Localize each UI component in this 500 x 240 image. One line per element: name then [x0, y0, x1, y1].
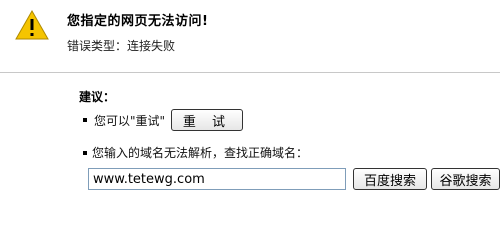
domain-hint-text: 您输入的域名无法解析，查找正确域名：	[92, 146, 309, 160]
suggestions-panel: 建议： 您可以"重试" 重 试 您输入的域名无法解析，查找正确域名： 百度搜索 …	[0, 73, 500, 205]
baidu-search-button[interactable]: 百度搜索	[353, 168, 427, 190]
page-title: 您指定的网页无法访问!	[67, 14, 209, 29]
bullet-icon	[83, 118, 87, 122]
error-type-label: 错误类型：连接失败	[67, 39, 176, 53]
retry-button[interactable]: 重 试	[171, 109, 243, 131]
retry-text: 您可以"重试"	[94, 114, 166, 128]
bullet-icon	[83, 151, 87, 155]
google-search-button[interactable]: 谷歌搜索	[431, 168, 500, 190]
error-header: 您指定的网页无法访问! 错误类型：连接失败	[0, 0, 500, 72]
warning-icon	[15, 10, 49, 40]
url-input[interactable]	[88, 168, 346, 190]
suggestions-heading: 建议：	[79, 90, 116, 104]
